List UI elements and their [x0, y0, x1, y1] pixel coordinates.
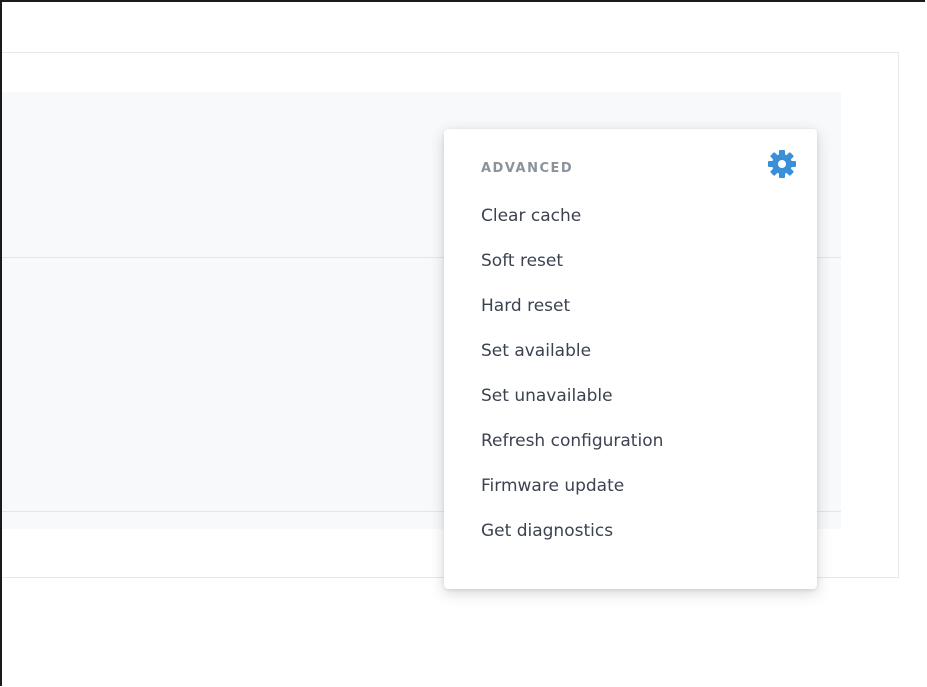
menu-item-set-available[interactable]: Set available — [481, 336, 663, 381]
menu-item-soft-reset[interactable]: Soft reset — [481, 246, 663, 291]
menu-item-get-diagnostics[interactable]: Get diagnostics — [481, 516, 663, 561]
menu-item-firmware-update[interactable]: Firmware update — [481, 471, 663, 516]
menu-item-clear-cache[interactable]: Clear cache — [481, 201, 663, 246]
gear-icon-graphic — [768, 150, 796, 178]
advanced-dropdown-menu: ADVANCED Clear cache Soft reset Hard res… — [444, 129, 817, 589]
menu-section-header: ADVANCED — [481, 161, 574, 176]
menu-item-list: Clear cache Soft reset Hard reset Set av… — [481, 201, 663, 561]
menu-item-set-unavailable[interactable]: Set unavailable — [481, 381, 663, 426]
menu-item-hard-reset[interactable]: Hard reset — [481, 291, 663, 336]
gear-icon[interactable] — [766, 148, 798, 180]
menu-item-refresh-configuration[interactable]: Refresh configuration — [481, 426, 663, 471]
